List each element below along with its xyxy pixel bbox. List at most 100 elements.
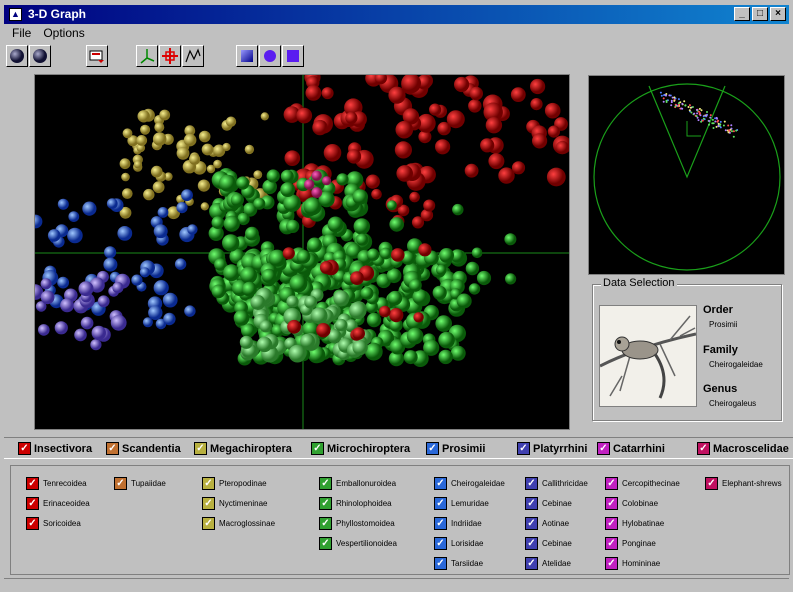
data-point[interactable] bbox=[122, 188, 133, 199]
check-icon[interactable]: ✓ bbox=[114, 476, 127, 490]
check-icon[interactable]: ✓ bbox=[605, 556, 618, 570]
check-icon[interactable]: ✓ bbox=[202, 476, 215, 490]
data-point[interactable] bbox=[366, 248, 380, 261]
family-checkbox[interactable]: ✓ Cheirogaleidae bbox=[434, 473, 505, 493]
family-checkbox[interactable]: ✓ Rhinolophoidea bbox=[319, 493, 397, 513]
check-icon[interactable]: ✓ bbox=[705, 476, 718, 490]
data-point[interactable] bbox=[345, 111, 358, 124]
family-checkbox[interactable]: ✓ Pteropodinae bbox=[202, 473, 275, 493]
data-point[interactable] bbox=[429, 103, 442, 116]
data-point[interactable] bbox=[391, 248, 405, 262]
check-icon[interactable]: ✓ bbox=[605, 476, 618, 490]
cube-shape-button[interactable] bbox=[236, 45, 258, 67]
data-point[interactable] bbox=[379, 247, 392, 260]
data-point[interactable] bbox=[40, 278, 52, 290]
sphere-shaded-button[interactable] bbox=[6, 45, 28, 67]
check-icon[interactable]: ✓ bbox=[18, 442, 31, 455]
check-icon[interactable]: ✓ bbox=[697, 442, 710, 455]
family-checkbox[interactable]: ✓ Soricoidea bbox=[26, 513, 90, 533]
check-icon[interactable]: ✓ bbox=[525, 556, 538, 570]
family-checkbox[interactable]: ✓ Lorisidae bbox=[434, 533, 505, 553]
data-point[interactable] bbox=[286, 295, 299, 308]
family-checkbox[interactable]: ✓ Phyllostomoidea bbox=[319, 513, 397, 533]
data-point[interactable] bbox=[47, 229, 61, 242]
data-point[interactable] bbox=[143, 188, 155, 201]
check-icon[interactable]: ✓ bbox=[597, 442, 610, 455]
data-point[interactable] bbox=[544, 102, 561, 119]
data-point[interactable] bbox=[200, 202, 209, 211]
data-point[interactable] bbox=[157, 207, 169, 218]
data-point[interactable] bbox=[139, 267, 150, 278]
order-checkbox-prosimii[interactable]: ✓ Prosimii bbox=[426, 442, 485, 455]
data-point[interactable] bbox=[364, 342, 383, 361]
data-point[interactable] bbox=[360, 286, 374, 300]
data-point[interactable] bbox=[287, 319, 301, 334]
sphere-shape-button[interactable] bbox=[259, 45, 281, 67]
data-point[interactable] bbox=[183, 133, 197, 147]
data-point[interactable] bbox=[122, 128, 133, 139]
check-icon[interactable]: ✓ bbox=[26, 476, 39, 490]
check-icon[interactable]: ✓ bbox=[319, 516, 332, 530]
data-point[interactable] bbox=[488, 153, 505, 170]
data-point[interactable] bbox=[396, 165, 414, 182]
data-point[interactable] bbox=[152, 181, 165, 194]
data-point[interactable] bbox=[189, 153, 201, 165]
data-point[interactable] bbox=[346, 149, 362, 164]
data-point[interactable] bbox=[253, 197, 266, 210]
check-icon[interactable]: ✓ bbox=[434, 516, 447, 530]
data-point[interactable] bbox=[323, 144, 342, 162]
data-point[interactable] bbox=[413, 312, 424, 323]
data-point[interactable] bbox=[409, 191, 420, 203]
data-point[interactable] bbox=[223, 264, 240, 282]
data-point[interactable] bbox=[80, 316, 94, 330]
data-point[interactable] bbox=[187, 224, 198, 235]
data-point[interactable] bbox=[403, 350, 418, 365]
data-point[interactable] bbox=[197, 179, 210, 192]
data-point[interactable] bbox=[438, 331, 455, 349]
data-point[interactable] bbox=[60, 298, 75, 313]
data-point[interactable] bbox=[386, 200, 397, 211]
data-point[interactable] bbox=[296, 249, 311, 264]
check-icon[interactable]: ✓ bbox=[26, 496, 39, 510]
check-icon[interactable]: ✓ bbox=[426, 442, 439, 455]
data-point[interactable] bbox=[530, 78, 546, 95]
data-point[interactable] bbox=[464, 163, 479, 178]
data-point[interactable] bbox=[350, 271, 364, 285]
check-icon[interactable]: ✓ bbox=[517, 442, 530, 455]
data-point[interactable] bbox=[305, 85, 322, 101]
data-point[interactable] bbox=[547, 125, 561, 138]
data-point[interactable] bbox=[54, 321, 68, 335]
data-point[interactable] bbox=[356, 233, 369, 246]
data-point[interactable] bbox=[201, 143, 214, 156]
data-point[interactable] bbox=[510, 87, 526, 102]
data-point[interactable] bbox=[150, 165, 163, 178]
data-point[interactable] bbox=[446, 110, 465, 129]
data-point[interactable] bbox=[471, 247, 483, 259]
data-point[interactable] bbox=[530, 98, 543, 111]
family-checkbox[interactable]: ✓ Tupaiidae bbox=[114, 473, 166, 493]
data-point[interactable] bbox=[450, 345, 466, 361]
data-point[interactable] bbox=[555, 140, 569, 155]
data-point[interactable] bbox=[40, 290, 55, 305]
data-point[interactable] bbox=[162, 292, 178, 308]
data-point[interactable] bbox=[352, 189, 368, 205]
data-point[interactable] bbox=[222, 234, 240, 252]
check-icon[interactable]: ✓ bbox=[605, 516, 618, 530]
data-point[interactable] bbox=[233, 310, 250, 326]
family-checkbox[interactable]: ✓ Emballonuroidea bbox=[319, 473, 397, 493]
data-point[interactable] bbox=[476, 270, 492, 286]
family-checkbox[interactable]: ✓ Cebinae bbox=[525, 493, 588, 513]
radar-canvas[interactable] bbox=[589, 76, 786, 276]
data-point[interactable] bbox=[409, 278, 422, 292]
data-point[interactable] bbox=[504, 233, 517, 246]
axes-button[interactable] bbox=[136, 45, 158, 67]
family-checkbox[interactable]: ✓ Ponginae bbox=[605, 533, 680, 553]
menu-options[interactable]: Options bbox=[43, 26, 84, 42]
data-point[interactable] bbox=[327, 216, 344, 233]
data-point[interactable] bbox=[110, 314, 127, 331]
data-point[interactable] bbox=[288, 344, 307, 363]
data-point[interactable] bbox=[159, 109, 171, 121]
data-point[interactable] bbox=[117, 226, 133, 241]
data-point[interactable] bbox=[389, 308, 404, 323]
scatter-trace-button[interactable] bbox=[182, 45, 204, 67]
